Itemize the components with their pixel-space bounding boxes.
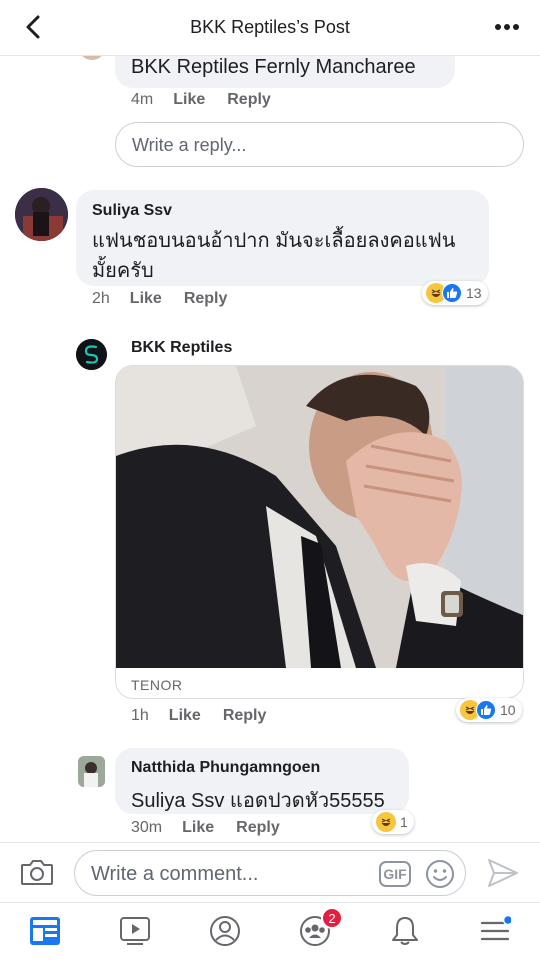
watch-video-icon[interactable] bbox=[117, 913, 153, 949]
comment-author[interactable]: Natthida Phungamngoen bbox=[131, 759, 320, 777]
notification-badge: 2 bbox=[321, 907, 343, 929]
facepalm-gif-image bbox=[116, 366, 523, 668]
haha-icon bbox=[376, 812, 396, 832]
gif-label: GIF bbox=[383, 866, 407, 882]
gif-attachment[interactable]: TENOR bbox=[115, 365, 524, 699]
comment-text: แฟนชอบนอนอ้าปาก มันจะเลื้อยลงคอแฟนมั้ยคร… bbox=[92, 230, 456, 282]
comment-bubble: Natthida Phungamngoen Suliya Ssv แอดปวดห… bbox=[115, 748, 409, 814]
reaction-count: 10 bbox=[500, 702, 516, 718]
comment-input[interactable]: Write a comment... GIF bbox=[74, 850, 466, 896]
like-button[interactable]: Like bbox=[169, 707, 201, 725]
gif-button[interactable]: GIF bbox=[379, 861, 411, 887]
comment-meta: 1h Like Reply bbox=[131, 707, 288, 725]
reaction-count: 1 bbox=[400, 814, 408, 830]
send-icon[interactable] bbox=[486, 857, 520, 889]
comment-meta: 4m Like Reply bbox=[131, 91, 293, 109]
reaction-summary[interactable]: 10 bbox=[456, 698, 522, 722]
avatar[interactable] bbox=[15, 188, 68, 241]
comment-placeholder: Write a comment... bbox=[91, 863, 259, 885]
reply-button[interactable]: Reply bbox=[223, 707, 267, 725]
reply-input[interactable]: Write a reply... bbox=[115, 122, 524, 167]
like-reaction-icon bbox=[476, 700, 496, 720]
comment-time: 2h bbox=[92, 290, 110, 307]
reply-placeholder: Write a reply... bbox=[132, 135, 247, 155]
like-reaction-icon bbox=[442, 283, 462, 303]
camera-icon[interactable] bbox=[20, 857, 54, 887]
comment-author[interactable]: Suliya Ssv bbox=[92, 202, 172, 220]
like-button[interactable]: Like bbox=[182, 819, 214, 837]
comment-time: 4m bbox=[131, 91, 154, 108]
reply-button[interactable]: Reply bbox=[236, 819, 280, 837]
avatar[interactable] bbox=[76, 339, 107, 370]
comment-bubble: Suliya Ssv แฟนชอบนอนอ้าปาก มันจะเลื้อยลง… bbox=[76, 190, 489, 286]
menu-icon[interactable] bbox=[477, 913, 513, 949]
like-button[interactable]: Like bbox=[130, 290, 162, 308]
avatar[interactable] bbox=[78, 756, 105, 787]
comment-composer: Write a comment... GIF bbox=[0, 842, 540, 902]
back-chevron-icon[interactable] bbox=[18, 12, 48, 42]
reaction-summary[interactable]: 13 bbox=[422, 281, 488, 305]
emoji-icon[interactable] bbox=[425, 859, 455, 889]
news-feed-icon[interactable] bbox=[27, 913, 63, 949]
bottom-nav: 2 bbox=[0, 902, 540, 960]
reply-button[interactable]: Reply bbox=[184, 290, 228, 308]
comment-time: 30m bbox=[131, 819, 163, 836]
comment-time: 1h bbox=[131, 707, 149, 724]
gif-source-label: TENOR bbox=[131, 677, 183, 693]
bell-icon[interactable] bbox=[387, 913, 423, 949]
mention-name[interactable]: BKK Reptiles Fernly Mancharee bbox=[131, 56, 416, 79]
reaction-summary[interactable]: 1 bbox=[372, 810, 414, 834]
groups-icon[interactable]: 2 bbox=[297, 907, 343, 949]
comment-meta: 2h Like Reply bbox=[92, 290, 249, 308]
more-dots-icon[interactable] bbox=[492, 12, 522, 42]
reply-button[interactable]: Reply bbox=[227, 91, 271, 109]
reaction-count: 13 bbox=[466, 285, 482, 301]
page-title: BKK Reptiles’s Post bbox=[190, 17, 350, 37]
post-header: BKK Reptiles’s Post bbox=[0, 0, 540, 56]
comment-author[interactable]: BKK Reptiles bbox=[131, 339, 232, 357]
comment-text: Suliya Ssv แอดปวดหัว55555 bbox=[131, 790, 385, 812]
profile-icon[interactable] bbox=[207, 913, 243, 949]
comment-meta: 30m Like Reply bbox=[131, 819, 302, 837]
like-button[interactable]: Like bbox=[173, 91, 205, 109]
